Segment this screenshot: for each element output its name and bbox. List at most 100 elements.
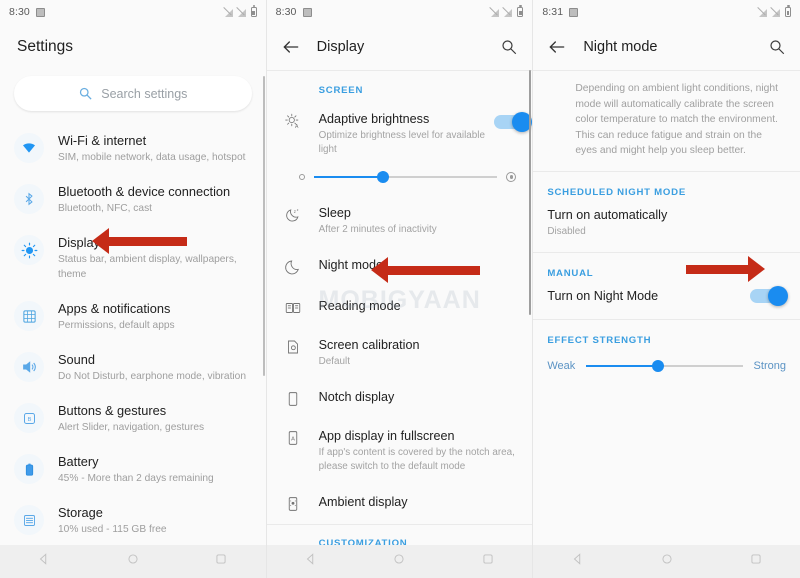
adaptive-brightness-icon: A bbox=[281, 111, 305, 131]
list-item-notch-display[interactable]: Notch display bbox=[267, 378, 533, 419]
list-item-reading-mode[interactable]: Reading mode bbox=[267, 287, 533, 328]
battery-icon bbox=[517, 5, 524, 17]
back-arrow-icon[interactable] bbox=[281, 37, 301, 57]
list-item-label: Turn on Night Mode bbox=[547, 288, 659, 303]
sidebar-item-bluetooth[interactable]: Bluetooth & device connection Bluetooth,… bbox=[0, 174, 266, 225]
signal-off-icon bbox=[758, 8, 768, 17]
slider-knob[interactable] bbox=[652, 359, 665, 372]
bluetooth-icon bbox=[14, 184, 44, 214]
screen-settings: 8:30 Settings Search settings Wi-Fi & in… bbox=[0, 0, 267, 578]
search-icon[interactable] bbox=[500, 38, 518, 56]
slider-fill bbox=[586, 364, 659, 367]
effect-weak-label: Weak bbox=[547, 359, 576, 372]
status-bar: 8:31 bbox=[533, 0, 800, 24]
svg-text:A: A bbox=[291, 436, 295, 442]
app-bar: Settings bbox=[0, 24, 266, 70]
brightness-icon bbox=[14, 235, 44, 265]
recents-square-icon[interactable] bbox=[749, 552, 763, 571]
back-triangle-icon[interactable] bbox=[37, 552, 51, 571]
signal-off-icon bbox=[504, 8, 513, 17]
sidebar-item-sub: Bluetooth, NFC, cast bbox=[58, 203, 152, 214]
list-item-night-mode[interactable]: Night mode bbox=[267, 246, 533, 287]
section-header-screen: SCREEN bbox=[318, 85, 364, 96]
navigation-bar bbox=[266, 545, 533, 578]
status-bar: 8:30 bbox=[0, 0, 266, 24]
navigation-bar bbox=[533, 545, 800, 578]
night-mode-toggle[interactable] bbox=[749, 286, 788, 306]
list-item-sub: Default bbox=[318, 356, 350, 367]
phone-icon bbox=[281, 389, 305, 408]
list-item-label: Notch display bbox=[318, 390, 395, 404]
page-title: Night mode bbox=[583, 39, 658, 55]
list-item-sub: If app's content is covered by the notch… bbox=[318, 447, 515, 472]
display-settings-body: SCREEN A Adaptive brightness Optimize br… bbox=[266, 71, 533, 578]
apps-grid-icon bbox=[14, 301, 44, 331]
storage-icon bbox=[14, 505, 44, 535]
scrollbar[interactable] bbox=[528, 70, 532, 315]
sidebar-item-apps[interactable]: Apps & notifications Permissions, defaul… bbox=[0, 291, 266, 342]
search-icon bbox=[78, 86, 93, 101]
list-item-turn-on-automatically[interactable]: Turn on automatically Disabled bbox=[533, 204, 800, 252]
page-title: Display bbox=[316, 39, 365, 55]
home-circle-icon[interactable] bbox=[392, 552, 406, 571]
list-item-ambient-display[interactable]: Ambient display bbox=[267, 483, 533, 524]
screenshot-root: 8:30 Settings Search settings Wi-Fi & in… bbox=[0, 0, 800, 578]
list-item-adaptive-brightness[interactable]: A Adaptive brightness Optimize brightnes… bbox=[267, 102, 533, 166]
signal-off-icon bbox=[771, 8, 781, 17]
sidebar-item-storage[interactable]: Storage 10% used - 115 GB free bbox=[0, 495, 266, 546]
list-item-turn-on-night-mode[interactable]: Turn on Night Mode bbox=[533, 285, 800, 319]
sidebar-item-label: Storage bbox=[58, 505, 103, 520]
list-item-label: Sleep bbox=[318, 206, 351, 220]
status-time: 8:31 bbox=[542, 6, 564, 18]
sidebar-item-battery[interactable]: Battery 45% - More than 2 days remaining bbox=[0, 444, 266, 495]
search-container: Search settings bbox=[0, 70, 266, 121]
recents-square-icon[interactable] bbox=[481, 552, 495, 571]
list-item-screen-calibration[interactable]: Screen calibration Default bbox=[267, 328, 533, 378]
back-triangle-icon[interactable] bbox=[304, 552, 318, 571]
search-input[interactable]: Search settings bbox=[14, 76, 252, 111]
battery-icon bbox=[250, 5, 257, 17]
adaptive-brightness-toggle[interactable] bbox=[494, 112, 533, 132]
list-item-sub: Disabled bbox=[547, 225, 586, 237]
list-item-app-fullscreen[interactable]: A App display in fullscreen If app's con… bbox=[267, 419, 533, 483]
sidebar-item-label: Apps & notifications bbox=[58, 301, 171, 316]
sidebar-item-sub: Do Not Disturb, earphone mode, vibration bbox=[58, 371, 247, 382]
sidebar-item-label: Battery bbox=[58, 454, 99, 469]
signal-off-icon bbox=[491, 8, 500, 17]
toggle-knob bbox=[767, 286, 788, 306]
sidebar-item-label: Display bbox=[58, 235, 100, 250]
home-circle-icon[interactable] bbox=[660, 552, 674, 571]
sidebar-item-sound[interactable]: Sound Do Not Disturb, earphone mode, vib… bbox=[0, 342, 266, 393]
status-icons bbox=[491, 0, 524, 24]
search-icon[interactable] bbox=[768, 38, 786, 56]
search-placeholder: Search settings bbox=[101, 86, 188, 101]
scrollbar[interactable] bbox=[262, 76, 265, 376]
recents-square-icon[interactable] bbox=[214, 552, 228, 571]
app-bar: Night mode bbox=[533, 24, 800, 70]
sidebar-item-wifi[interactable]: Wi-Fi & internet SIM, mobile network, da… bbox=[0, 123, 266, 174]
effect-strong-label: Strong bbox=[753, 359, 786, 372]
list-item-sleep[interactable]: z z Sleep After 2 minutes of inactivity bbox=[267, 196, 533, 246]
section-header-scheduled: SCHEDULED NIGHT MODE bbox=[547, 186, 686, 198]
section-header-effect-strength: EFFECT STRENGTH bbox=[547, 334, 652, 346]
effect-strength-slider[interactable]: Weak Strong bbox=[533, 352, 800, 382]
screen-night-mode: 8:31 Night mode Depending on ambient lig… bbox=[533, 0, 800, 578]
sidebar-item-buttons[interactable]: B Buttons & gestures Alert Slider, navig… bbox=[0, 393, 266, 444]
signal-off-icon bbox=[224, 8, 234, 17]
home-circle-icon[interactable] bbox=[126, 552, 140, 571]
sidebar-item-sub: Permissions, default apps bbox=[58, 320, 175, 331]
back-triangle-icon[interactable] bbox=[571, 552, 585, 571]
slider-track[interactable] bbox=[586, 359, 743, 372]
book-icon bbox=[281, 298, 305, 317]
back-arrow-icon[interactable] bbox=[547, 37, 567, 57]
brightness-slider[interactable] bbox=[267, 166, 533, 196]
status-time: 8:30 bbox=[275, 6, 297, 18]
slider-track[interactable] bbox=[313, 171, 498, 183]
slider-knob[interactable] bbox=[377, 171, 390, 183]
calibration-icon bbox=[281, 337, 305, 356]
sidebar-item-display[interactable]: Display Status bar, ambient display, wal… bbox=[0, 225, 266, 291]
sidebar-item-sub: 45% - More than 2 days remaining bbox=[58, 473, 214, 484]
volume-icon bbox=[14, 352, 44, 382]
svg-text:A: A bbox=[295, 124, 299, 130]
sleep-moon-icon: z z bbox=[281, 205, 305, 224]
